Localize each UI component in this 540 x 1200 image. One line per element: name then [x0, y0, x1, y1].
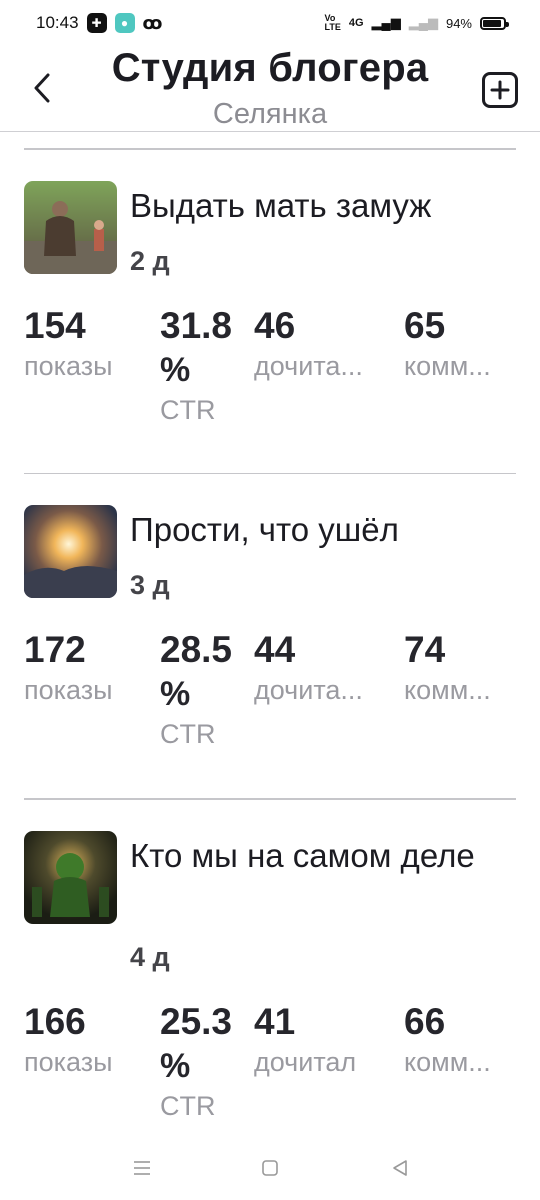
stat-ctr-unit: %	[160, 350, 191, 389]
stat-read-label: дочитал	[254, 1046, 357, 1077]
nav-menu-button[interactable]	[128, 1154, 156, 1182]
stat-read-value: 46	[254, 304, 296, 346]
post-card[interactable]: Выдать мать замуж 2 д 154 показы 31.8 % …	[0, 150, 540, 473]
stat-comments: 74 комм...	[404, 628, 514, 708]
clock: 10:43	[36, 13, 79, 32]
stat-read-label: дочита...	[254, 350, 363, 381]
stat-comments: 66 комм...	[404, 1000, 514, 1080]
network-icon: 4G	[348, 17, 364, 29]
stat-comments: 65 комм...	[404, 304, 514, 384]
status-right: Vo LTE 4G ▂▄▆ ▂▄▆ 94%	[324, 13, 509, 32]
status-left: 10:43 ✚ ● ꝏ	[36, 13, 162, 34]
post-age: 4 д	[130, 941, 170, 972]
post-card[interactable]: Прости, что ушёл 3 д 172 показы 28.5 % C…	[0, 474, 540, 798]
app-notification-icon: ✚	[86, 13, 107, 33]
stat-ctr: 28.5 % CTR	[160, 628, 232, 752]
header: Студия блогера Селянка	[0, 46, 540, 132]
stat-views-value: 172	[24, 629, 86, 670]
stat-views: 154 показы	[24, 304, 113, 384]
stat-ctr-label: CTR	[160, 394, 216, 425]
post-card[interactable]: Кто мы на самом деле 4 д 166 показы 25.3…	[0, 800, 540, 1140]
app-notification-icon: ●	[114, 13, 135, 33]
stat-ctr-label: CTR	[160, 1090, 216, 1121]
stat-read: 46 дочита...	[254, 304, 384, 384]
stat-views-label: показы	[24, 1046, 113, 1077]
stat-views: 166 показы	[24, 1000, 113, 1080]
stat-views-label: показы	[24, 350, 113, 381]
post-thumbnail[interactable]	[24, 505, 117, 598]
triangle-back-icon	[393, 1160, 407, 1176]
post-title[interactable]: Прости, что ушёл	[130, 506, 510, 554]
stat-comments-value: 74	[404, 629, 446, 670]
square-icon	[262, 1160, 278, 1176]
stat-views-value: 154	[24, 304, 86, 346]
stat-views-value: 166	[24, 1000, 86, 1042]
volte-icon: Vo LTE	[324, 13, 341, 32]
header-divider	[0, 131, 540, 132]
stat-ctr-unit: %	[160, 675, 191, 713]
stat-read-value: 41	[254, 1000, 296, 1042]
system-nav-bar	[0, 1140, 540, 1200]
stat-ctr: 31.8 % CTR	[160, 304, 232, 428]
stat-views: 172 показы	[24, 628, 113, 708]
ok-icon: ꝏ	[142, 12, 163, 33]
stat-read: 44 дочита...	[254, 628, 384, 708]
post-title[interactable]: Кто мы на самом деле	[130, 832, 510, 880]
status-bar: 10:43 ✚ ● ꝏ Vo LTE 4G ▂▄▆ ▂▄▆ 94%	[0, 0, 540, 46]
post-thumbnail[interactable]	[24, 830, 117, 924]
add-post-button[interactable]	[482, 72, 518, 108]
stat-read-label: дочита...	[254, 675, 363, 705]
battery-percent: 94%	[445, 15, 472, 31]
post-title[interactable]: Выдать мать замуж	[130, 182, 510, 230]
battery-icon	[480, 16, 509, 30]
signal-icon-2: ▂▄▆	[408, 15, 438, 30]
plus-icon	[490, 80, 510, 100]
stat-comments-label: комм...	[404, 675, 491, 705]
stat-comments-label: комм...	[404, 1046, 491, 1077]
nav-home-button[interactable]	[256, 1154, 284, 1182]
post-list: Выдать мать замуж 2 д 154 показы 31.8 % …	[0, 148, 540, 1140]
post-age: 3 д	[130, 570, 170, 600]
post-thumbnail[interactable]	[24, 180, 117, 274]
menu-icon	[134, 1161, 150, 1175]
page-subtitle: Селянка	[212, 98, 328, 130]
nav-back-button[interactable]	[386, 1154, 414, 1182]
stat-ctr-label: CTR	[160, 719, 216, 749]
stat-ctr-unit: %	[160, 1046, 191, 1085]
stat-ctr-value: 28.5	[160, 629, 233, 670]
stat-comments-label: комм...	[404, 350, 491, 381]
stat-comments-value: 66	[404, 1000, 446, 1042]
stat-read-value: 44	[254, 629, 296, 670]
stat-comments-value: 65	[404, 304, 446, 346]
stat-ctr-value: 25.3	[160, 1000, 233, 1042]
stat-views-label: показы	[24, 675, 113, 705]
post-age: 2 д	[130, 245, 170, 276]
stat-read: 41 дочитал	[254, 1000, 384, 1080]
stat-ctr: 25.3 % CTR	[160, 1000, 232, 1124]
signal-icon: ▂▄▆	[371, 15, 401, 30]
page-title: Студия блогера	[111, 46, 429, 90]
stat-ctr-value: 31.8	[160, 304, 233, 346]
